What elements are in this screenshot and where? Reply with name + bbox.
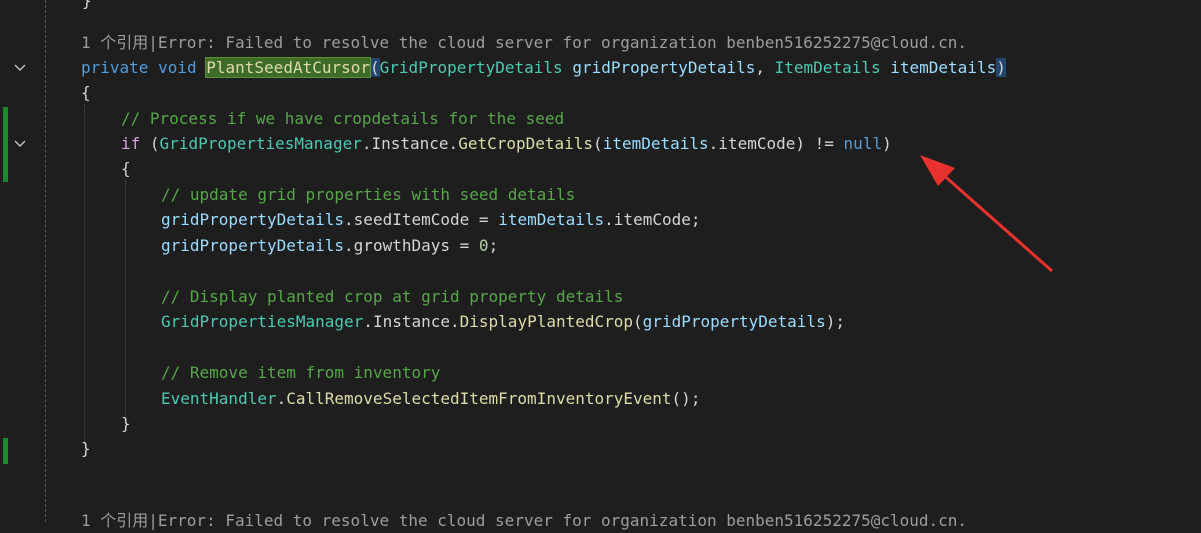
annotation-arrow-icon (920, 155, 1053, 273)
